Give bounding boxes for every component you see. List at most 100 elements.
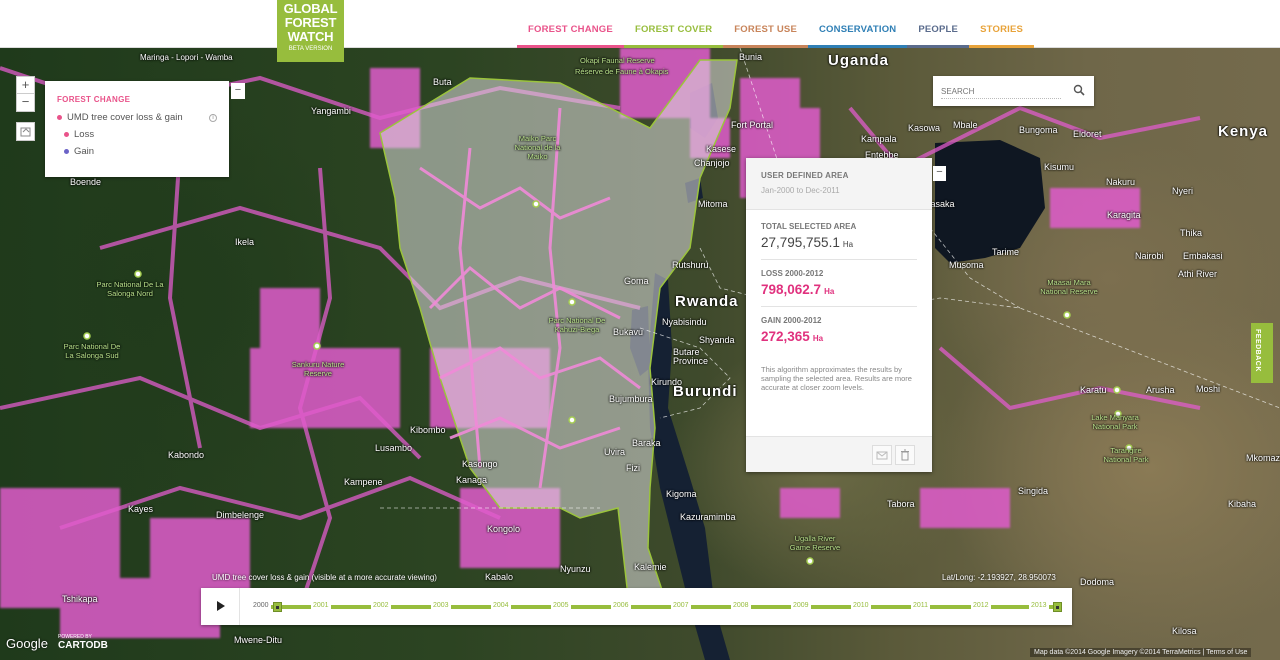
lat-long-readout: Lat/Long: -2.193927, 28.950073 xyxy=(942,573,1056,582)
feedback-label: FEEDBACK xyxy=(1254,329,1261,372)
place-label: Athi River xyxy=(1178,269,1218,279)
place-label: Boende xyxy=(70,177,102,187)
global-forest-watch-logo[interactable]: GLOBAL FOREST WATCH BETA VERSION xyxy=(277,0,344,62)
place-label: Karagita xyxy=(1107,210,1141,220)
park-label: Parc National De Kahuzi-Biega xyxy=(548,316,606,334)
legend-item-gain: Gain xyxy=(64,146,217,157)
timeline-year-label[interactable]: 2010 xyxy=(851,601,871,610)
country-label-uganda: Uganda xyxy=(828,52,890,69)
timeline-year-label[interactable]: 2009 xyxy=(791,601,811,610)
legend-collapse-button[interactable]: − xyxy=(231,83,245,99)
timeline-year-label[interactable]: 2005 xyxy=(551,601,571,610)
timeline-year-label[interactable]: 2000 xyxy=(251,601,271,610)
cartodb-logo[interactable]: POWERED BY CARTODB xyxy=(58,634,108,651)
country-label-rwanda: Rwanda xyxy=(675,293,739,310)
analysis-collapse-button[interactable]: − xyxy=(933,166,946,181)
nav-forest-cover[interactable]: FOREST COVER xyxy=(623,16,724,48)
nav-conservation[interactable]: CONSERVATION xyxy=(808,16,908,48)
place-label: Nyunzu xyxy=(560,564,591,574)
place-label: Mitoma xyxy=(698,199,728,209)
place-label: Bujumbura xyxy=(609,394,653,404)
total-area-stat: TOTAL SELECTED AREA 27,795,755.1 Ha xyxy=(761,222,917,260)
analysis-header: USER DEFINED AREA Jan-2000 to Dec-2011 xyxy=(746,158,932,210)
timeline-year-label[interactable]: 2004 xyxy=(491,601,511,610)
park-label: Maasai Mara National Reserve xyxy=(1040,278,1098,296)
share-icon xyxy=(20,127,31,137)
place-label: Nakuru xyxy=(1106,177,1136,187)
zoom-control: + − xyxy=(16,76,35,112)
timeline-bar: 2000 2001 2002 2003 2004 2005 2006 2007 2008 2009… xyxy=(201,588,1072,625)
place-label: Kilosa xyxy=(1172,626,1197,636)
place-label: Kanaga xyxy=(456,475,488,485)
park-label: Okapi Faunal Reserve xyxy=(580,56,655,65)
zoom-out-button[interactable]: − xyxy=(16,94,35,112)
place-label: Kirundo xyxy=(651,377,683,387)
legend-category-title: FOREST CHANGE xyxy=(57,95,131,104)
loss-label: LOSS 2000-2012 xyxy=(761,269,824,278)
timeline-end-handle[interactable] xyxy=(1053,602,1062,612)
place-label: Yangambi xyxy=(311,106,351,116)
place-label: Kisumu xyxy=(1044,162,1075,172)
park-label: Tarangire National Park xyxy=(1103,446,1149,464)
map-attribution[interactable]: Map data ©2014 Google Imagery ©2014 Terr… xyxy=(1030,648,1252,657)
google-logo: Google xyxy=(6,636,48,651)
timeline-year-label[interactable]: 2001 xyxy=(311,601,331,610)
timeline-year-label[interactable]: 2007 xyxy=(671,601,691,610)
timeline-start-handle[interactable] xyxy=(273,602,282,612)
nav-stories[interactable]: STORIES xyxy=(969,16,1035,48)
analysis-date-range: Jan-2000 to Dec-2011 xyxy=(761,186,840,195)
place-label: Tshikapa xyxy=(62,594,98,604)
place-label: Lusambo xyxy=(375,443,413,453)
place-label: Nyeri xyxy=(1172,186,1194,196)
timeline-year-label[interactable]: 2011 xyxy=(911,601,931,610)
feedback-tab[interactable]: FEEDBACK xyxy=(1251,323,1273,383)
loss-color-dot xyxy=(64,132,69,137)
place-label: Tabora xyxy=(887,499,915,509)
place-label: Musoma xyxy=(949,260,984,270)
place-label: Kabalo xyxy=(485,572,514,582)
park-label: Lake Manyara National Park xyxy=(1091,413,1139,431)
nav-forest-change[interactable]: FOREST CHANGE xyxy=(517,16,624,48)
place-label: Uvira xyxy=(604,447,626,457)
place-label: Kibaha xyxy=(1228,499,1257,509)
timeline-year-label[interactable]: 2002 xyxy=(371,601,391,610)
unit-label: Ha xyxy=(824,287,835,296)
timeline-year-label[interactable]: 2008 xyxy=(731,601,751,610)
park-label: Parc National De La Salonga Nord xyxy=(96,280,164,298)
timeline-year-label[interactable]: 2003 xyxy=(431,601,451,610)
subscribe-button[interactable] xyxy=(872,445,892,465)
place-label: Kigoma xyxy=(666,489,697,499)
search-icon[interactable] xyxy=(1073,84,1085,96)
place-label: Karatu xyxy=(1080,385,1107,395)
zoom-in-button[interactable]: + xyxy=(16,76,35,94)
timeline-year-label[interactable]: 2006 xyxy=(611,601,631,610)
place-label: Butare Province xyxy=(673,347,709,366)
nav-people[interactable]: PEOPLE xyxy=(907,16,970,48)
share-button[interactable] xyxy=(16,122,35,141)
timeline-year-label[interactable]: 2013 xyxy=(1029,601,1049,610)
timeline-year-label[interactable]: 2012 xyxy=(971,601,991,610)
place-label: Dimbelenge xyxy=(216,510,265,520)
envelope-icon xyxy=(876,451,888,460)
trash-icon xyxy=(901,449,909,461)
analysis-disclaimer: This algorithm approximates the results … xyxy=(761,365,912,392)
play-icon xyxy=(217,601,225,611)
place-label: Embakasi xyxy=(1183,251,1223,261)
place-label: Mbale xyxy=(953,120,978,130)
beta-version-label: BETA VERSION xyxy=(288,46,333,52)
info-icon[interactable]: i xyxy=(209,113,217,122)
search-input[interactable] xyxy=(941,84,1061,99)
delete-area-button[interactable] xyxy=(895,445,915,465)
total-area-value: 27,795,755.1 xyxy=(761,235,840,250)
analysis-title: USER DEFINED AREA xyxy=(761,171,849,180)
legend-layer-name: UMD tree cover loss & gain xyxy=(67,112,183,123)
place-label: Fort Portal xyxy=(731,120,774,130)
legend-layer-row[interactable]: UMD tree cover loss & gain i xyxy=(57,112,217,123)
place-label: Dodoma xyxy=(1080,577,1115,587)
loss-value: 798,062.7 xyxy=(761,282,822,297)
play-button[interactable] xyxy=(201,588,240,625)
park-label: Maiko Parc National de la Maiko xyxy=(514,134,561,161)
park-label: Réserve de Faune à Okapis xyxy=(575,67,669,76)
nav-forest-use[interactable]: FOREST USE xyxy=(723,16,808,48)
gain-value: 272,365 xyxy=(761,329,810,344)
